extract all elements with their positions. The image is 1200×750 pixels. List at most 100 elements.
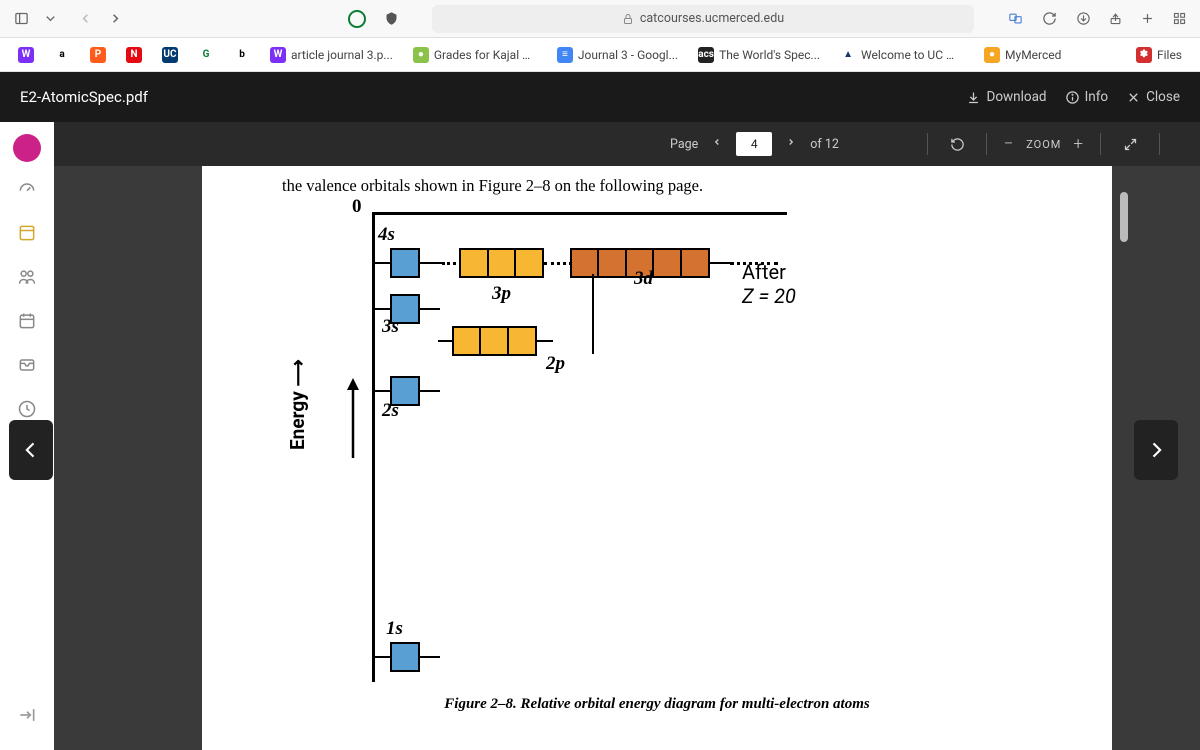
courses-icon[interactable] bbox=[10, 216, 44, 250]
bookmark-item[interactable]: b bbox=[226, 43, 258, 67]
orbital-label-4s: 4s bbox=[378, 224, 404, 246]
download-button[interactable]: Download bbox=[966, 89, 1046, 105]
bookmark-item[interactable]: G bbox=[190, 43, 222, 67]
chevron-down-icon[interactable] bbox=[42, 6, 58, 32]
orbital-box bbox=[390, 248, 420, 278]
bookmark-item[interactable]: ✽ Files bbox=[1128, 43, 1190, 67]
prev-page-float-button[interactable] bbox=[9, 420, 53, 480]
calendar-icon[interactable] bbox=[10, 304, 44, 338]
fullscreen-icon[interactable] bbox=[1117, 131, 1143, 157]
zoom-out-button[interactable]: − bbox=[1003, 134, 1014, 154]
inbox-icon[interactable] bbox=[10, 348, 44, 382]
bookmark-item[interactable]: P bbox=[82, 43, 114, 67]
y-axis-label: Energy ⟶ bbox=[286, 359, 310, 450]
extension-g-icon[interactable] bbox=[344, 6, 370, 32]
new-tab-icon[interactable] bbox=[1134, 6, 1160, 32]
orbital-label-2p: 2p bbox=[546, 353, 565, 375]
bookmark-item[interactable]: ●MyMerced bbox=[976, 43, 1069, 67]
bookmark-label: Journal 3 - Googl... bbox=[578, 48, 678, 62]
back-button[interactable] bbox=[72, 6, 98, 32]
orbital-label-3d: 3d bbox=[634, 268, 653, 290]
sidebar-toggle-icon[interactable] bbox=[8, 6, 34, 32]
orbital-box bbox=[570, 248, 600, 278]
bookmark-item[interactable]: ≡ Journal 3 - Googl... bbox=[549, 43, 686, 67]
forward-button[interactable] bbox=[102, 6, 128, 32]
download-icon bbox=[966, 90, 981, 105]
vertical-tick bbox=[592, 274, 594, 354]
bookmark-item[interactable]: N bbox=[118, 43, 150, 67]
info-icon bbox=[1065, 90, 1080, 105]
share-icon[interactable] bbox=[1102, 6, 1128, 32]
y-axis bbox=[372, 212, 375, 682]
info-button[interactable]: Info bbox=[1065, 89, 1109, 105]
close-button[interactable]: Close bbox=[1126, 89, 1180, 105]
url-text: catcourses.ucmerced.edu bbox=[640, 11, 784, 26]
bookmark-label: Welcome to UC M... bbox=[861, 48, 964, 62]
orbital-label-2s: 2s bbox=[382, 400, 399, 422]
address-bar[interactable]: catcourses.ucmerced.edu bbox=[432, 5, 974, 33]
pdf-header: E2-AtomicSpec.pdf Download Info Close bbox=[0, 72, 1200, 122]
divider bbox=[927, 133, 928, 155]
dashboard-icon[interactable] bbox=[10, 172, 44, 206]
browser-toolbar: catcourses.ucmerced.edu bbox=[0, 0, 1200, 38]
page-input[interactable] bbox=[736, 132, 772, 156]
avatar[interactable] bbox=[13, 134, 41, 162]
orbital-label-3p: 3p bbox=[492, 283, 511, 305]
bookmark-favicon: ● bbox=[413, 47, 429, 63]
orbital-box bbox=[487, 248, 517, 278]
groups-icon[interactable] bbox=[10, 260, 44, 294]
rotate-icon[interactable] bbox=[944, 131, 970, 157]
orbital-box bbox=[680, 248, 710, 278]
bookmark-item[interactable]: W bbox=[10, 43, 42, 67]
page-prev-button[interactable] bbox=[708, 131, 726, 157]
bookmark-item[interactable]: UC bbox=[154, 43, 186, 67]
scrollbar-thumb[interactable] bbox=[1120, 192, 1128, 242]
collapse-sidebar-icon[interactable] bbox=[10, 698, 44, 732]
zero-label: 0 bbox=[352, 196, 362, 218]
reload-icon[interactable] bbox=[1036, 6, 1062, 32]
downloads-icon[interactable] bbox=[1070, 6, 1096, 32]
bookmark-item[interactable]: acs The World's Spec... bbox=[690, 43, 828, 67]
divider bbox=[986, 133, 987, 155]
bookmarks-bar: WaP N UC Gb Warticle journal 3.p... ● Grades f… bbox=[0, 38, 1200, 72]
bookmark-favicon: b bbox=[234, 47, 250, 63]
zoom-in-button[interactable]: + bbox=[1073, 134, 1084, 154]
pdf-toolbar: Page of 12 − ZOOM + bbox=[0, 122, 1200, 166]
bookmark-favicon: W bbox=[18, 47, 34, 63]
translate-icon[interactable] bbox=[1002, 6, 1028, 32]
orbital-box bbox=[514, 248, 544, 278]
orbital-box bbox=[390, 642, 420, 672]
orbital-label-3s: 3s bbox=[382, 316, 399, 338]
energy-arrow-icon bbox=[344, 378, 362, 458]
bookmark-label: Files bbox=[1157, 48, 1182, 62]
lock-icon bbox=[622, 13, 634, 25]
shield-icon[interactable] bbox=[378, 6, 404, 32]
bookmark-favicon: N bbox=[126, 47, 142, 63]
tab-overview-icon[interactable] bbox=[1166, 6, 1192, 32]
divider bbox=[1159, 133, 1160, 155]
info-label: Info bbox=[1085, 89, 1109, 105]
pdf-page: the valence orbitals shown in Figure 2–8… bbox=[202, 166, 1112, 750]
orbital-box bbox=[452, 326, 482, 356]
orbital-label-1s: 1s bbox=[386, 618, 403, 640]
bookmark-favicon: G bbox=[198, 47, 214, 63]
bookmark-favicon: acs bbox=[698, 47, 714, 63]
next-page-float-button[interactable] bbox=[1134, 420, 1178, 480]
bookmark-favicon: ≡ bbox=[557, 47, 573, 63]
bookmark-item[interactable]: ● Grades for Kajal S... bbox=[405, 43, 545, 67]
bookmark-label: The World's Spec... bbox=[719, 48, 820, 62]
page-next-button[interactable] bbox=[782, 131, 800, 157]
bookmark-item[interactable]: Warticle journal 3.p... bbox=[262, 43, 401, 67]
pdf-viewport[interactable]: the valence orbitals shown in Figure 2–8… bbox=[54, 166, 1200, 750]
bookmark-label: Grades for Kajal S... bbox=[434, 48, 537, 62]
bookmark-item[interactable]: ▲ Welcome to UC M... bbox=[832, 43, 972, 67]
bookmark-favicon: P bbox=[90, 47, 106, 63]
orbital-box bbox=[479, 326, 509, 356]
page-total: of 12 bbox=[810, 137, 839, 152]
bookmark-favicon: ✽ bbox=[1136, 47, 1152, 63]
bookmark-favicon: ▲ bbox=[840, 47, 856, 63]
bookmark-item[interactable]: a bbox=[46, 43, 78, 67]
orbital-diagram: 0 Energy ⟶ 4s bbox=[302, 198, 1022, 688]
page-label: Page bbox=[670, 137, 698, 152]
bookmark-favicon: W bbox=[270, 47, 286, 63]
